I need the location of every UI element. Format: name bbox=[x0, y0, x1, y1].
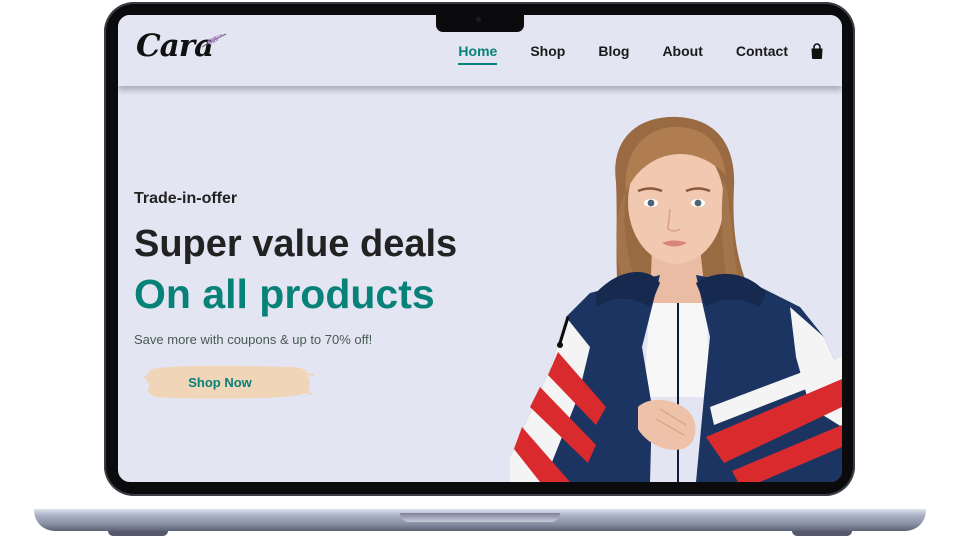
shop-now-button[interactable]: Shop Now bbox=[142, 361, 314, 403]
nav-blog[interactable]: Blog bbox=[598, 43, 629, 59]
hero-eyebrow: Trade-in-offer bbox=[134, 190, 238, 207]
camera-notch bbox=[436, 14, 524, 32]
laptop-foot-right bbox=[792, 531, 852, 536]
laptop-foot-left bbox=[108, 531, 168, 536]
lavender-sprig-icon bbox=[201, 33, 227, 48]
nav-about[interactable]: About bbox=[662, 43, 702, 59]
camera-icon bbox=[476, 17, 481, 22]
shopping-bag-icon[interactable] bbox=[810, 42, 824, 59]
website-screen: Cara Home Shop Blog About Contact Trade-… bbox=[118, 15, 842, 482]
nav-contact[interactable]: Contact bbox=[736, 43, 788, 59]
nav-shop[interactable]: Shop bbox=[530, 43, 565, 59]
laptop-opening-lip bbox=[400, 513, 560, 522]
hero-headline: Super value deals bbox=[134, 223, 458, 265]
hero-headline-accent: On all products bbox=[134, 271, 435, 317]
hero-subtext: Save more with coupons & up to 70% off! bbox=[134, 332, 373, 347]
hero-model-image bbox=[510, 116, 842, 482]
nav-home[interactable]: Home bbox=[458, 43, 497, 65]
shop-now-label: Shop Now bbox=[188, 374, 252, 390]
